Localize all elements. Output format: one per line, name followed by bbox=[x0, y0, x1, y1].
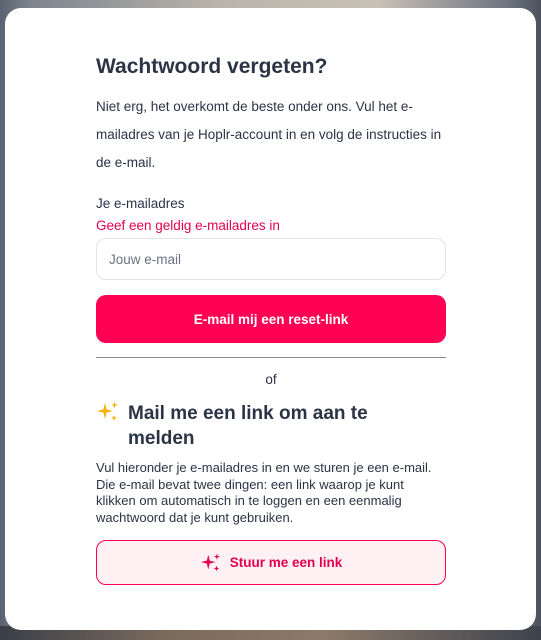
send-reset-link-button[interactable]: E-mail mij een reset-link bbox=[96, 295, 446, 343]
sparkles-icon bbox=[97, 401, 118, 421]
intro-text: Niet erg, het overkomt de beste onder on… bbox=[96, 99, 442, 170]
email-error-message: Geef een geldig e-mailadres in bbox=[96, 218, 280, 233]
or-separator: of bbox=[265, 372, 277, 387]
send-magic-link-button[interactable]: Stuur me een link bbox=[96, 540, 446, 585]
forgot-password-card: Wachtwoord vergeten? Niet erg, het overk… bbox=[5, 8, 536, 630]
email-input[interactable] bbox=[96, 238, 446, 280]
magic-link-title: Mail me een link om aan te melden bbox=[128, 403, 368, 449]
divider bbox=[96, 357, 446, 358]
magic-link-description: Vul hieronder je e-mailadres in en we st… bbox=[96, 460, 432, 525]
page-title: Wachtwoord vergeten? bbox=[96, 55, 328, 78]
send-magic-link-label: Stuur me een link bbox=[229, 555, 343, 570]
sparkles-icon bbox=[200, 552, 220, 571]
email-label: Je e-mailadres bbox=[96, 196, 185, 211]
